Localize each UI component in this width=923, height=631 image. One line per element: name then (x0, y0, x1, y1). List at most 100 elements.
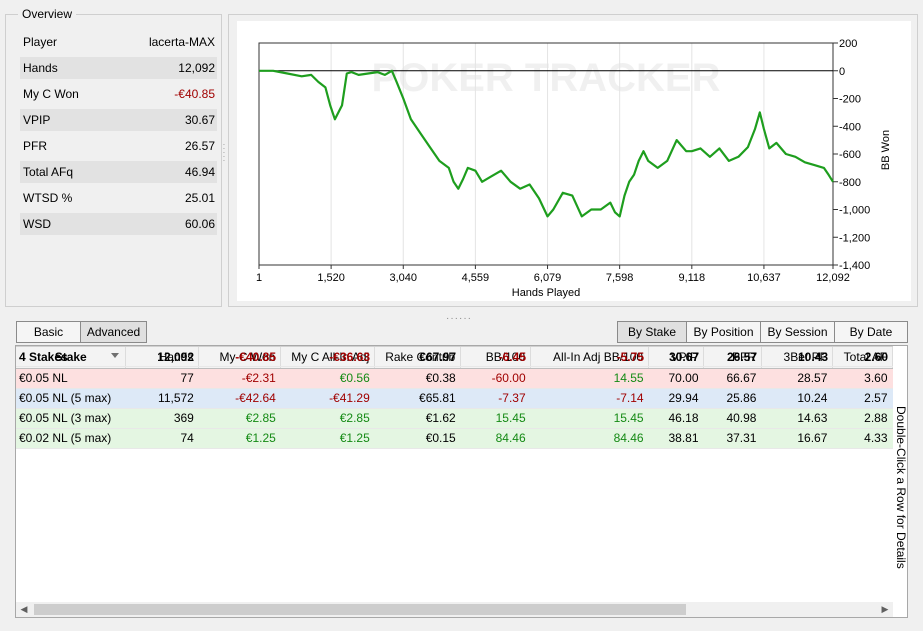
y-axis-label: BB Won (880, 130, 892, 170)
x-tick-label: 3,040 (390, 272, 418, 284)
x-tick-label: 1,520 (317, 272, 345, 284)
x-tick-label: 6,079 (534, 272, 562, 284)
overview-row: WSD 60.06 (20, 213, 217, 235)
overview-value: lacerta-MAX (148, 35, 215, 49)
table-cell: €1.25 (198, 428, 281, 449)
overview-value: 60.06 (184, 217, 215, 231)
overview-label: My C Won (23, 87, 79, 101)
tab-by-position[interactable]: By Position (686, 321, 761, 343)
table-cell: 10.24 (761, 388, 833, 409)
y-tick-label: -1,400 (839, 260, 870, 272)
overview-label: Player (23, 35, 58, 49)
vertical-splitter-handle[interactable]: · · · · · (222, 141, 226, 171)
totals-row: 4 Stakes 12,092 -€40.85 -€36.63 €67.97 -6.45-… (16, 346, 893, 367)
table-cell: 77 (125, 368, 199, 389)
scroll-left-icon[interactable]: ◀ (16, 602, 32, 617)
totals-cell: 2.60 (833, 346, 893, 367)
y-tick-label: -1,200 (839, 232, 870, 244)
table-row[interactable]: €0.05 NL (3 max) 369 €2.85 €2.85 €1.62 15.45 1… (16, 408, 893, 429)
overview-row: VPIP 30.67 (20, 109, 217, 131)
overview-row: PFR 26.57 (20, 135, 217, 157)
tab-advanced-label: Advanced (86, 325, 141, 339)
overview-panel: Overview Player lacerta-MAX Hands 12,092 My … (5, 7, 222, 307)
table-cell: 70.00 (648, 368, 704, 389)
totals-cell: -€36.63 (281, 346, 375, 367)
horizontal-splitter-handle[interactable]: ······ (446, 313, 472, 324)
table-cell: 2.88 (832, 408, 893, 429)
table-cell: €0.02 NL (5 max) (16, 428, 126, 449)
table-cell: €65.81 (374, 388, 461, 409)
table-row[interactable]: €0.05 NL (5 max) 11,572 -€42.64 -€41.29 €65.… (16, 388, 893, 409)
table-cell: -€42.64 (198, 388, 281, 409)
table-cell: €0.38 (374, 368, 461, 389)
table-cell: 28.57 (761, 368, 833, 389)
scrollbar-thumb[interactable] (34, 604, 686, 615)
table-cell: -€41.29 (280, 388, 375, 409)
tab-advanced[interactable]: Advanced (80, 321, 147, 343)
scroll-right-icon[interactable]: ▶ (877, 602, 893, 617)
tab-by-stake[interactable]: By Stake (617, 321, 687, 343)
table-cell: 3.60 (832, 368, 893, 389)
tab-by-date[interactable]: By Date (834, 321, 908, 343)
table-cell: 16.67 (761, 428, 833, 449)
table-row[interactable]: €0.02 NL (5 max) 74 €1.25 €1.25 €0.15 84.46 84… (16, 428, 893, 449)
y-tick-label: -1,000 (839, 205, 870, 217)
table-cell: 15.45 (530, 408, 649, 429)
table-cell: -60.00 (460, 368, 531, 389)
table-row[interactable]: €0.05 NL 77 -€2.31 €0.56 €0.38 -60.00 14.55 70.… (16, 368, 893, 389)
watermark-text: POKER TRACKER (372, 56, 721, 100)
x-tick-label: 12,092 (816, 272, 850, 284)
table-cell: €0.05 NL (5 max) (16, 388, 126, 409)
table-cell: 84.46 (460, 428, 531, 449)
table-cell: 29.94 (648, 388, 704, 409)
x-tick-label: 10,637 (747, 272, 781, 284)
overview-label: Hands (23, 61, 58, 75)
table-cell: 25.86 (703, 388, 762, 409)
table-cell: €0.05 NL (16, 368, 126, 389)
double-click-hint: Double-Click a Row for Details (894, 406, 908, 569)
x-tick-label: 7,598 (606, 272, 634, 284)
overview-value: 25.01 (184, 191, 215, 205)
table-cell: 4.33 (832, 428, 893, 449)
overview-label: VPIP (23, 113, 51, 127)
overview-row: Total AFq 46.94 (20, 161, 217, 183)
table-cell: 46.18 (648, 408, 704, 429)
totals-cell: 4 Stakes (16, 346, 126, 367)
chart-area: POKER TRACKER 200 0 -200 -400 -600 -800 -1,000 -… (237, 21, 911, 301)
overview-label: WTSD % (23, 191, 73, 205)
table-cell: 11,572 (125, 388, 199, 409)
table-cell: €2.85 (280, 408, 375, 429)
x-tick-label: 9,118 (678, 272, 705, 284)
table-cell: 38.81 (648, 428, 704, 449)
table-cell: €0.05 NL (3 max) (16, 408, 126, 429)
totals-cell: -€40.85 (199, 346, 281, 367)
x-tick-label: 4,559 (462, 272, 490, 284)
table-cell: €0.56 (280, 368, 375, 389)
tab-basic[interactable]: Basic (16, 321, 81, 343)
table-cell: 40.98 (703, 408, 762, 429)
totals-cell: 30.67 (649, 346, 704, 367)
stats-table-frame: Stake Hands My C Won My C All-In Adj Rake Co… (15, 345, 908, 618)
tab-by-stake-label: By Stake (627, 325, 677, 339)
overview-row: Hands 12,092 (20, 57, 217, 79)
totals-cell: 12,092 (126, 346, 199, 367)
overview-value: 26.57 (184, 139, 215, 153)
table-cell: 15.45 (460, 408, 531, 429)
y-tick-label: -600 (839, 149, 861, 161)
table-cell: -7.14 (530, 388, 649, 409)
tab-by-date-label: By Date (849, 325, 893, 339)
table-cell: 84.46 (530, 428, 649, 449)
x-axis-label: Hands Played (512, 287, 581, 299)
horizontal-scrollbar[interactable]: ◀ ▶ (16, 602, 893, 617)
totals-cell: -5.75 (531, 346, 649, 367)
y-tick-label: 0 (839, 66, 845, 78)
overview-value: 30.67 (184, 113, 215, 127)
overview-label: PFR (23, 139, 47, 153)
totals-cell: 26.57 (704, 346, 762, 367)
table-cell: -€2.31 (198, 368, 281, 389)
tab-by-session[interactable]: By Session (760, 321, 835, 343)
totals-cell: -6.45 (461, 346, 531, 367)
table-cell: €2.85 (198, 408, 281, 429)
overview-label: WSD (23, 217, 51, 231)
overview-row: WTSD % 25.01 (20, 187, 217, 209)
